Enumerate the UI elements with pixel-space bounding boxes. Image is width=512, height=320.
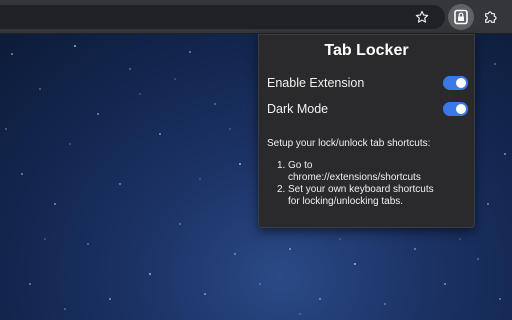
step-item: 2. Set your own keyboard shortcuts for l… <box>277 184 472 208</box>
toggle-knob <box>456 78 466 88</box>
step-item: 1. Go to chrome://extensions/shortcuts <box>277 160 472 184</box>
step-line: chrome://extensions/shortcuts <box>288 172 421 183</box>
address-bar[interactable] <box>0 5 445 29</box>
star-icon <box>415 10 429 24</box>
shortcut-steps: 1. Go to chrome://extensions/shortcuts 2… <box>277 160 472 208</box>
enable-extension-label: Enable Extension <box>267 76 365 90</box>
step-number: 2. <box>277 184 286 195</box>
setting-enable-extension: Enable Extension <box>267 74 468 92</box>
step-line: for locking/unlocking tabs. <box>288 196 404 207</box>
dark-mode-label: Dark Mode <box>267 102 329 116</box>
dark-mode-toggle[interactable] <box>443 102 468 116</box>
enable-extension-toggle[interactable] <box>443 76 468 90</box>
extensions-menu-button[interactable] <box>478 4 504 30</box>
step-number: 1. <box>277 160 286 171</box>
bookmark-star-button[interactable] <box>409 4 435 30</box>
puzzle-icon <box>483 9 499 25</box>
popup-title: Tab Locker <box>324 42 409 59</box>
step-line: Set your own keyboard shortcuts <box>288 184 434 195</box>
tab-locker-extension-icon <box>453 9 469 25</box>
setting-dark-mode: Dark Mode <box>267 100 468 118</box>
shortcut-heading: Setup your lock/unlock tab shortcuts: <box>267 138 431 149</box>
step-line: Go to <box>288 160 313 171</box>
browser-toolbar <box>0 0 512 34</box>
tab-locker-popup: Tab Locker Enable Extension Dark Mode Se… <box>258 34 475 228</box>
tab-locker-extension-button[interactable] <box>448 4 474 30</box>
toggle-knob <box>456 104 466 114</box>
